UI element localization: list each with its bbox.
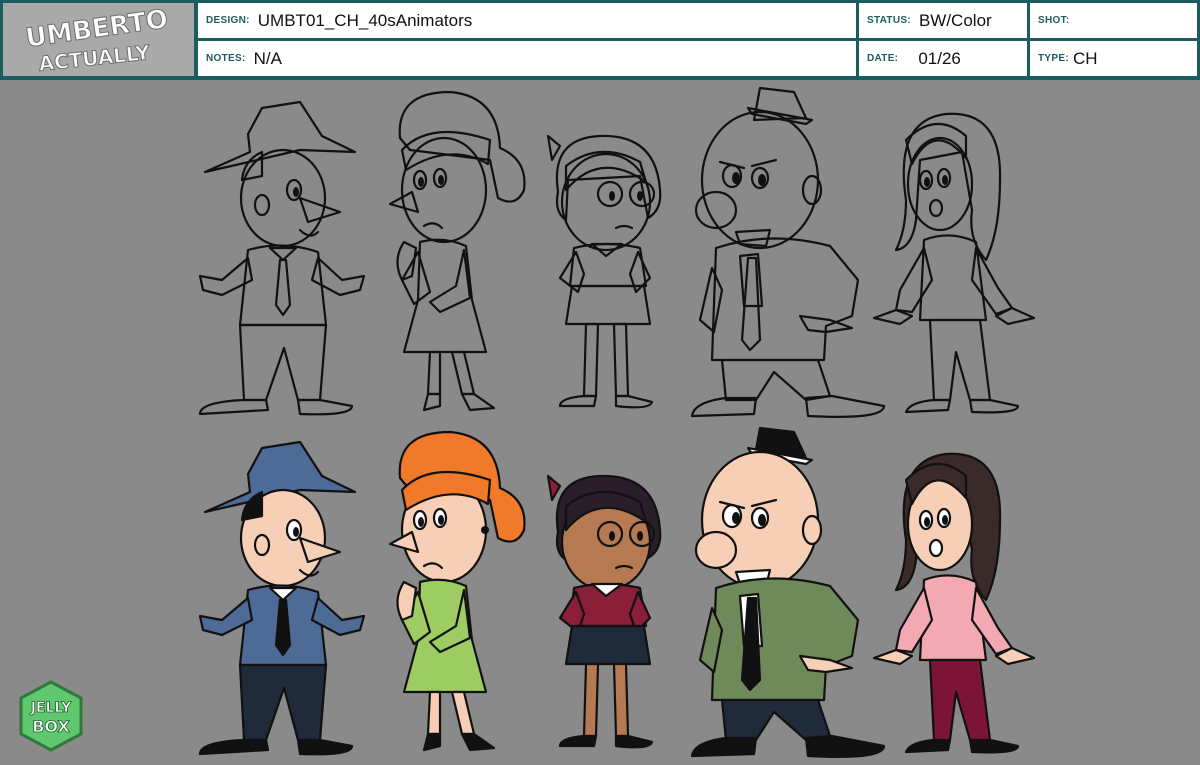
- show-logo: UMBERTO ACTUALLY: [3, 3, 194, 76]
- lineart-hat-man: [198, 100, 366, 416]
- lineart-bald-man-in-coat: [690, 86, 886, 418]
- date-value: 01/26: [918, 48, 961, 68]
- design-label: DESIGN:: [206, 15, 250, 26]
- status-label: STATUS:: [867, 15, 911, 26]
- notes-field: NOTES: N/A: [198, 41, 856, 76]
- shot-field: SHOT:: [1030, 3, 1197, 38]
- color-hat-man: [198, 440, 366, 756]
- jelly-logo-line2: BOX: [32, 717, 70, 736]
- jellybox-logo: JELLY BOX: [15, 680, 87, 752]
- date-label: DATE:: [867, 53, 899, 64]
- color-bald-man-in-coat: [690, 426, 886, 758]
- shot-label: SHOT:: [1038, 15, 1070, 26]
- lineart-long-hair-woman: [872, 112, 1036, 414]
- header-bar: UMBERTO ACTUALLY DESIGN: UMBT01_CH_40sAn…: [0, 0, 1200, 80]
- lineart-orange-hair-woman: [388, 90, 526, 412]
- notes-label: NOTES:: [206, 53, 246, 64]
- design-field: DESIGN: UMBT01_CH_40sAnimators: [198, 3, 856, 38]
- design-value: UMBT01_CH_40sAnimators: [257, 10, 473, 30]
- bw-lineart-row: [198, 86, 1036, 418]
- color-long-hair-woman: [872, 452, 1036, 754]
- character-sheet: [0, 80, 1200, 765]
- jelly-logo-line1: JELLY: [30, 700, 72, 716]
- status-field: STATUS: BW/Color: [859, 3, 1027, 38]
- color-girl-with-glasses: [546, 474, 662, 749]
- type-label: TYPE:: [1038, 53, 1069, 64]
- date-field: DATE: 01/26: [859, 41, 1027, 76]
- type-field: TYPE: CH: [1030, 41, 1197, 76]
- color-row: [198, 426, 1036, 758]
- color-orange-hair-woman: [388, 430, 526, 752]
- status-value: BW/Color: [918, 10, 992, 30]
- lineart-girl-with-glasses: [546, 134, 662, 409]
- type-value: CH: [1072, 48, 1098, 68]
- notes-value: N/A: [253, 48, 282, 68]
